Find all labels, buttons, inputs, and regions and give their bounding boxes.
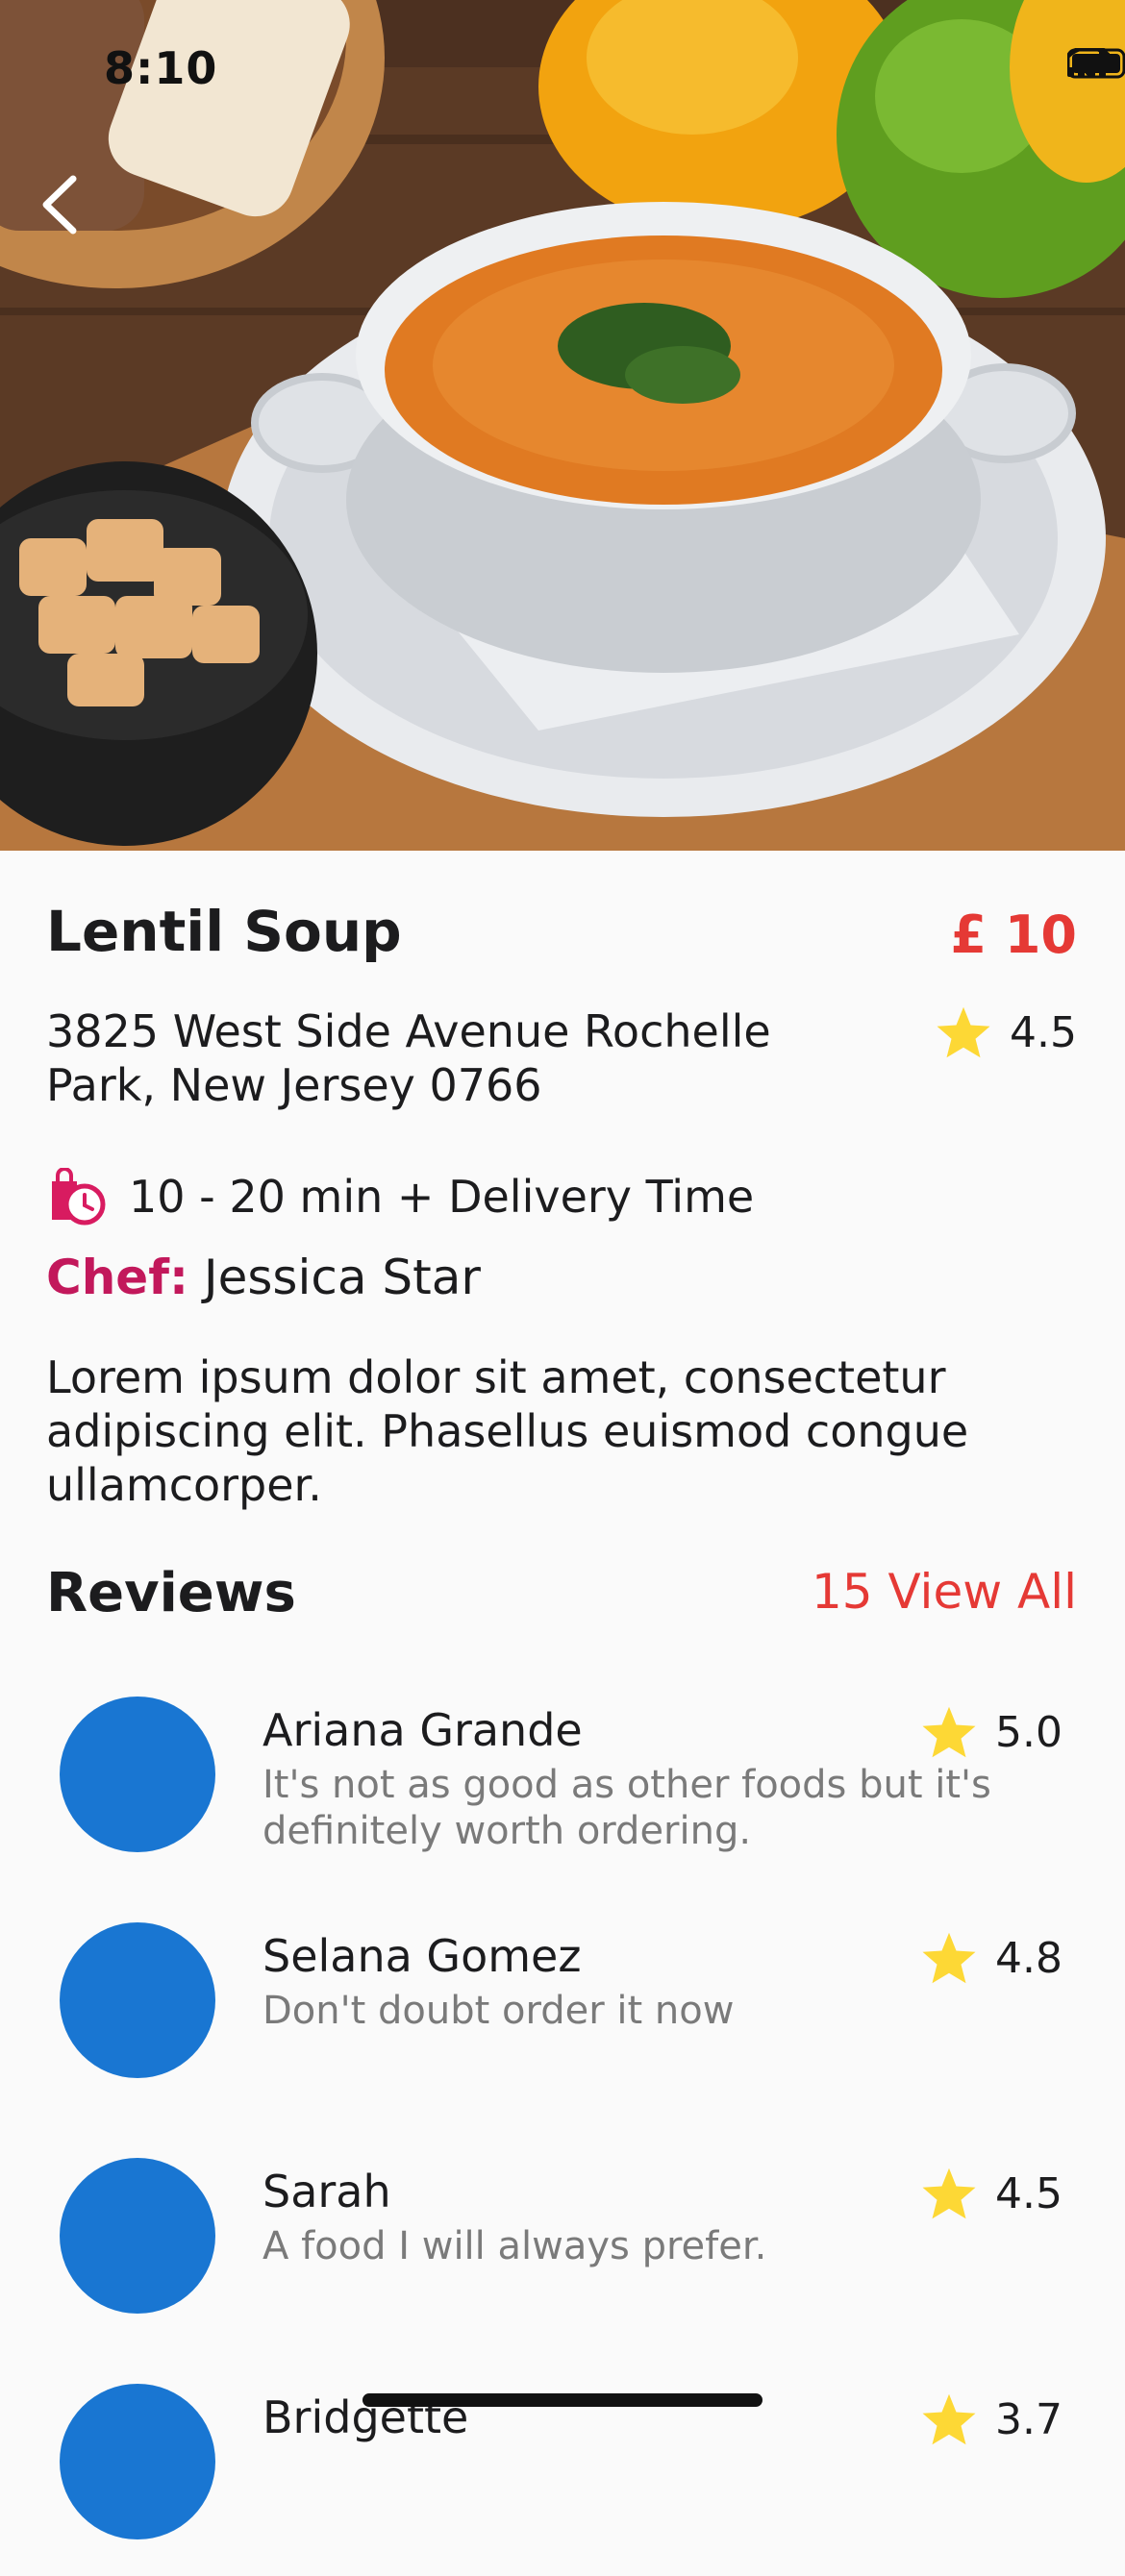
avatar [60, 1697, 215, 1852]
back-chevron-icon [42, 175, 77, 235]
reviewer-name: Selana Gomez [262, 1930, 582, 1982]
avatar [60, 2158, 215, 2314]
reviewer-name: Ariana Grande [262, 1704, 583, 1756]
reviewer-name: Sarah [262, 2166, 391, 2217]
star-icon [922, 1932, 976, 1984]
review-item[interactable]: Bridgette 3.7 [0, 2384, 1125, 2576]
delivery-timer-icon [52, 1168, 106, 1226]
delivery-time-text: 10 - 20 min + Delivery Time [129, 1171, 755, 1223]
chef-label: Chef: [46, 1250, 188, 1305]
star-icon [922, 2393, 976, 2445]
review-rating: 4.8 [920, 1930, 1062, 1986]
review-text: It's not as good as other foods but it's… [262, 1763, 991, 1853]
chef-name: Jessica Star [203, 1250, 481, 1305]
review-item[interactable]: Ariana Grande It's not as good as other … [0, 1697, 1125, 1889]
review-rating-value: 3.7 [995, 2394, 1062, 2444]
review-rating: 4.5 [920, 2166, 1062, 2221]
dish-rating: 4.5 [935, 1004, 1077, 1060]
delivery-time: 10 - 20 min + Delivery Time [46, 1168, 754, 1226]
battery-icon [1067, 48, 1125, 79]
chef: Chef: Jessica Star [46, 1250, 481, 1305]
reviews-title: Reviews [46, 1562, 296, 1624]
review-rating-value: 4.5 [995, 2168, 1062, 2218]
review-rating: 5.0 [920, 1704, 1062, 1760]
soup-photo [0, 0, 1125, 851]
star-icon [922, 2167, 976, 2219]
review-rating: 3.7 [920, 2391, 1062, 2447]
dish-name: Lentil Soup [46, 899, 402, 964]
view-all-reviews-link[interactable]: 15 View All [812, 1564, 1077, 1620]
avatar [60, 1922, 215, 2078]
dish-description: Lorem ipsum dolor sit amet, consectetur … [46, 1351, 969, 1511]
dish-rating-value: 4.5 [1010, 1007, 1077, 1057]
review-rating-value: 4.8 [995, 1933, 1062, 1983]
dish-price: £ 10 [950, 904, 1077, 965]
star-icon [922, 1706, 976, 1758]
review-text: Don't doubt order it now [262, 1989, 735, 2033]
status-time: 8:10 [104, 42, 218, 94]
star-icon [937, 1006, 990, 1058]
dish-address: 3825 West Side Avenue Rochelle Park, New… [46, 1005, 771, 1111]
hero-image: 8:10 [0, 0, 1125, 851]
avatar [60, 2384, 215, 2539]
review-rating-value: 5.0 [995, 1707, 1062, 1757]
home-indicator[interactable] [362, 2393, 762, 2407]
back-button[interactable] [38, 173, 115, 250]
review-item[interactable]: Selana Gomez Don't doubt order it now 4.… [0, 1922, 1125, 2115]
review-item[interactable]: Sarah A food I will always prefer. 4.5 [0, 2158, 1125, 2350]
review-text: A food I will always prefer. [262, 2224, 767, 2268]
